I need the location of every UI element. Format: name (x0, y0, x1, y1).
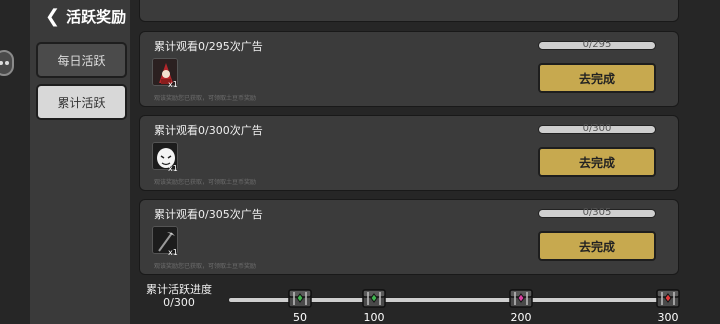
page-header: ❮ 活跃奖励 (45, 6, 126, 27)
floating-menu-button[interactable] (0, 50, 14, 76)
task-card: 累计观看0/295次广告 x1 观该奖励您已获取，可领取土豆币奖励 0/295 … (139, 31, 679, 107)
chevron-left-icon[interactable]: ❮ (45, 7, 60, 26)
green-gem-chest-icon[interactable] (287, 284, 313, 310)
go-complete-button[interactable]: 去完成 (538, 231, 656, 261)
tab-daily-label: 每日活跃 (57, 53, 106, 68)
page-title: 活跃奖励 (66, 8, 127, 26)
tab-cumulative-activity[interactable]: 累计活跃 (36, 84, 127, 120)
activity-progress-label: 累计活跃进度 0/300 (143, 283, 215, 309)
left-edge-strip (0, 0, 30, 324)
green-gem-chest-icon[interactable] (361, 284, 387, 310)
tab-daily-activity[interactable]: 每日活跃 (36, 42, 127, 78)
milestone-label: 50 (293, 311, 307, 324)
task-title: 累计观看0/295次广告 (154, 40, 263, 53)
tab-cumulative-label: 累计活跃 (57, 95, 106, 110)
task-title: 累计观看0/305次广告 (154, 208, 263, 221)
go-complete-button[interactable]: 去完成 (538, 147, 656, 177)
task-title: 累计观看0/300次广告 (154, 124, 263, 137)
milestone-label: 300 (657, 311, 679, 324)
task-card: 累计观看0/300次广告 x1 观该奖励您已获取，可领取土豆币奖励 0/300 … (139, 115, 679, 191)
reward-count: x1 (168, 80, 178, 89)
pink-gem-chest-icon[interactable] (508, 284, 534, 310)
red-gem-chest-icon[interactable] (655, 284, 681, 310)
task-progress-bar: 0/305 (538, 207, 656, 218)
task-progress-text: 0/300 (582, 123, 612, 134)
milestone-label: 100 (363, 311, 385, 324)
task-description: 观该奖励您已获取，可领取土豆币奖励 (154, 263, 257, 270)
reward-count: x1 (168, 248, 178, 257)
go-complete-button[interactable]: 去完成 (538, 63, 656, 93)
activity-progress-value: 0/300 (163, 296, 195, 309)
activity-progress-title: 累计活跃进度 (146, 283, 212, 296)
task-card-partial (139, 0, 679, 22)
reward-count: x1 (168, 164, 178, 173)
milestone-label: 200 (510, 311, 532, 324)
task-card: 累计观看0/305次广告 x1 观该奖励您已获取，可领取土豆币奖励 0/305 … (139, 199, 679, 275)
task-description: 观该奖励您已获取，可领取土豆币奖励 (154, 179, 257, 186)
task-description: 观该奖励您已获取，可领取土豆币奖励 (154, 95, 257, 102)
task-progress-bar: 0/300 (538, 123, 656, 134)
task-progress-bar: 0/295 (538, 39, 656, 50)
task-progress-text: 0/305 (582, 207, 612, 218)
task-progress-text: 0/295 (582, 39, 612, 50)
